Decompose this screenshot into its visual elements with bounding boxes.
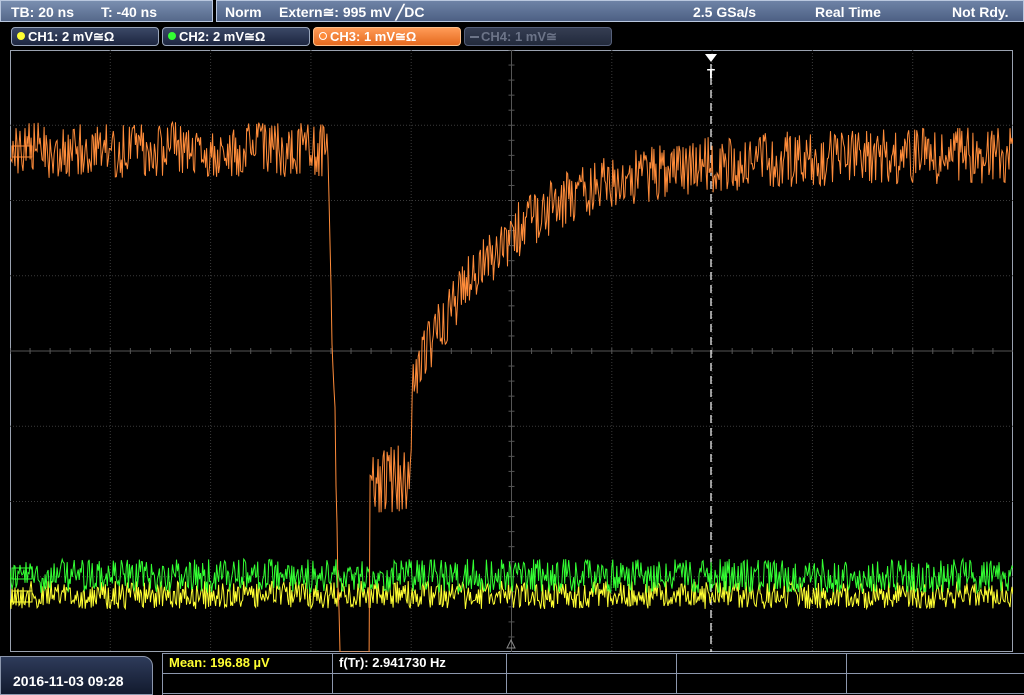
trigger-position-icon[interactable] bbox=[705, 54, 717, 62]
acquisition-panel[interactable]: Norm Extern≅: 995 mV ╱DC 2.5 GSa/s Real … bbox=[216, 0, 1024, 22]
channel-4-label: CH4: 1 mV≅ bbox=[481, 29, 557, 44]
measurement-slot-4 bbox=[677, 654, 847, 674]
channel-4-button[interactable]: CH4: 1 mV≅ bbox=[464, 27, 612, 46]
measurement-slot-3 bbox=[507, 654, 677, 674]
datetime-label: 2016-11-03 09:28 bbox=[13, 673, 124, 689]
channel-bar: CH1: 2 mV≅Ω CH2: 2 mV≅Ω CH3: 1 mV≅Ω CH4:… bbox=[0, 26, 1024, 48]
acq-type-label: Real Time bbox=[815, 4, 881, 20]
trigger-time-label: T: -40 ns bbox=[101, 4, 158, 20]
measurement-slot-5 bbox=[847, 654, 1024, 674]
measurement-trigger-frequency: f(Tr): 2.941730 Hz bbox=[333, 654, 507, 674]
acq-mode-label: Norm bbox=[225, 4, 262, 20]
measurement-slot-9 bbox=[677, 674, 847, 694]
graticule bbox=[10, 50, 1013, 652]
channel-1-color-icon bbox=[17, 32, 25, 40]
channel-3-button[interactable]: CH3: 1 mV≅Ω bbox=[313, 27, 461, 46]
sample-rate-label: 2.5 GSa/s bbox=[693, 4, 757, 20]
timebase-label: TB: 20 ns bbox=[11, 4, 75, 20]
status-bar: TB: 20 ns T: -40 ns Norm Extern≅: 995 mV… bbox=[0, 0, 1024, 24]
channel-2-label: CH2: 2 mV≅Ω bbox=[179, 29, 266, 44]
channel-3-label: CH3: 1 mV≅Ω bbox=[330, 29, 417, 44]
timebase-panel[interactable]: TB: 20 ns T: -40 ns bbox=[0, 0, 213, 22]
ready-state-label: Not Rdy. bbox=[952, 4, 1009, 20]
measurement-slot-8 bbox=[507, 674, 677, 694]
trigger-marker-label: T bbox=[707, 66, 715, 81]
datetime-panel[interactable]: 2016-11-03 09:28 bbox=[0, 656, 153, 695]
channel-4-color-icon bbox=[470, 36, 479, 38]
trigger-source-label: Extern≅: 995 mV ╱DC bbox=[279, 4, 425, 20]
channel-1-label: CH1: 2 mV≅Ω bbox=[28, 29, 115, 44]
measurement-slot-10 bbox=[847, 674, 1024, 694]
measurement-slot-7 bbox=[333, 674, 507, 694]
channel-2-color-icon bbox=[168, 32, 176, 40]
channel-3-color-icon bbox=[319, 32, 327, 40]
channel-1-button[interactable]: CH1: 2 mV≅Ω bbox=[11, 27, 159, 46]
measurement-panel[interactable]: Mean: 196.88 µV f(Tr): 2.941730 Hz bbox=[162, 653, 1024, 695]
measurement-mean: Mean: 196.88 µV bbox=[163, 654, 333, 674]
channel-2-button[interactable]: CH2: 2 mV≅Ω bbox=[162, 27, 310, 46]
measurement-slot-6 bbox=[163, 674, 333, 694]
waveform-canvas: T bbox=[10, 50, 1013, 652]
